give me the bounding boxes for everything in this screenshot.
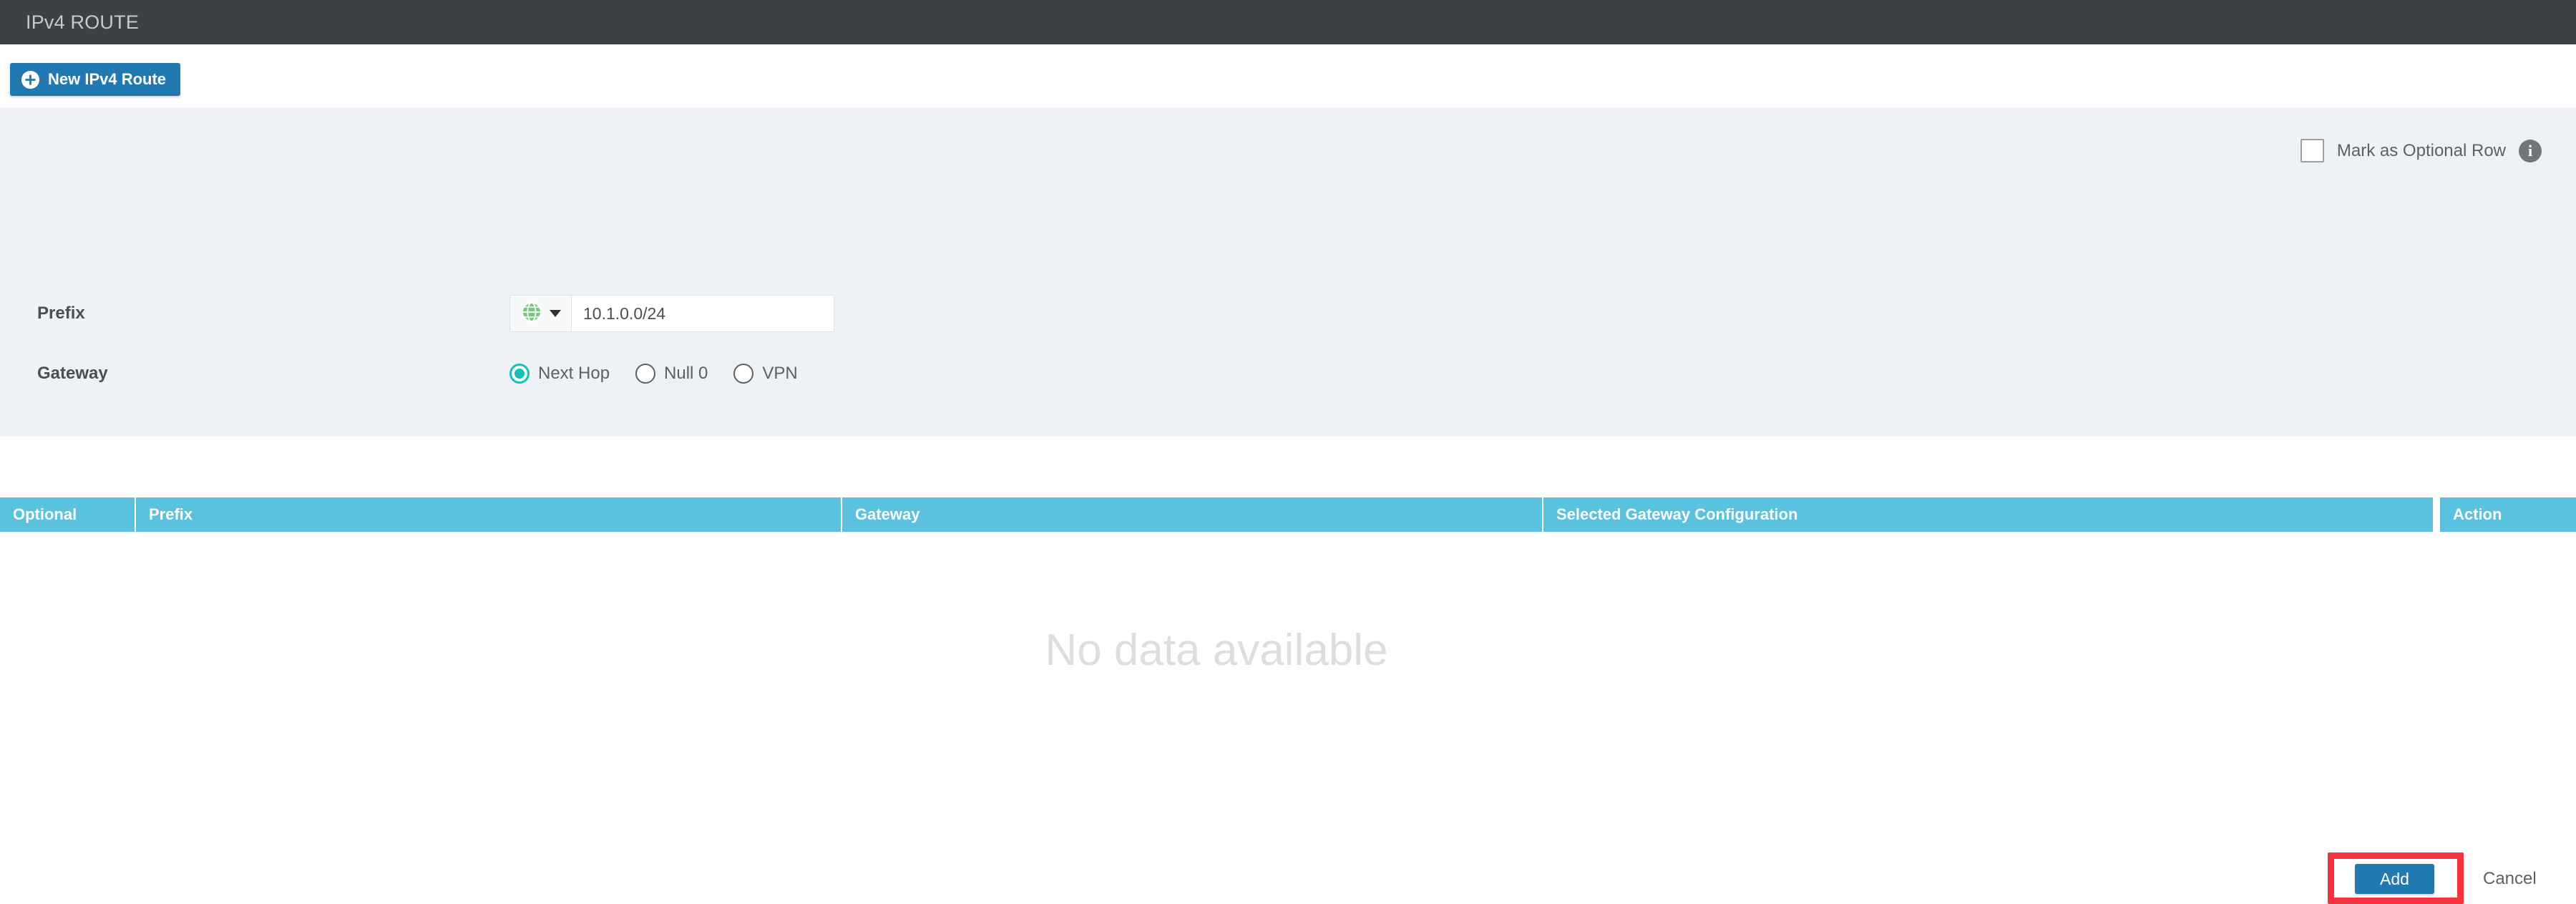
prefix-input[interactable] — [571, 295, 834, 332]
mark-as-optional-label: Mark as Optional Row — [2336, 140, 2506, 160]
radio-null-0[interactable] — [635, 364, 656, 384]
column-header-gateway[interactable]: Gateway — [841, 497, 1542, 532]
page-titlebar: IPv4 ROUTE — [0, 0, 2576, 44]
radio-next-hop-label: Next Hop — [538, 364, 610, 383]
mark-as-optional-row: Mark as Optional Row i — [2300, 139, 2542, 162]
page-title: IPv4 ROUTE — [26, 11, 140, 33]
cancel-button[interactable]: Cancel — [2483, 869, 2537, 889]
radio-vpn-label: VPN — [762, 364, 798, 383]
column-header-selected-gateway-configuration[interactable]: Selected Gateway Configuration — [1542, 497, 2433, 532]
gateway-option-vpn[interactable]: VPN — [733, 364, 798, 384]
column-header-prefix[interactable]: Prefix — [135, 497, 841, 532]
prefix-label: Prefix — [37, 303, 85, 323]
info-icon[interactable]: i — [2519, 139, 2542, 162]
radio-next-hop[interactable] — [509, 364, 530, 384]
new-ipv4-route-button[interactable]: New IPv4 Route — [10, 63, 181, 96]
column-header-optional[interactable]: Optional — [0, 497, 135, 532]
empty-state-message: No data available — [1045, 626, 1388, 675]
new-ipv4-route-label: New IPv4 Route — [48, 70, 167, 88]
gateway-field-row: Gateway Next Hop Null 0 VPN — [0, 358, 2576, 389]
mark-as-optional-checkbox[interactable] — [2300, 139, 2324, 162]
add-button[interactable]: Add — [2355, 864, 2434, 894]
gateway-option-null-0[interactable]: Null 0 — [635, 364, 708, 384]
prefix-field-row: Prefix — [0, 295, 2576, 332]
table-header-row: Optional Prefix Gateway Selected Gateway… — [0, 497, 2576, 535]
panel-table-gap — [0, 437, 2576, 497]
new-route-form-panel: Mark as Optional Row i Prefix 10.1.0.0/2… — [0, 107, 2576, 904]
globe-icon — [521, 301, 542, 326]
ipv4-route-table: Optional Prefix Gateway Selected Gateway… — [0, 497, 2576, 798]
gateway-option-next-hop[interactable]: Next Hop — [509, 364, 610, 384]
gateway-label: Gateway — [37, 364, 108, 383]
prefix-scope-dropdown[interactable] — [509, 295, 571, 332]
radio-null-0-label: Null 0 — [664, 364, 708, 383]
radio-vpn[interactable] — [733, 364, 754, 384]
table-body: No data available — [0, 532, 2576, 798]
toolbar: New IPv4 Route — [0, 44, 2576, 107]
prefix-input-group — [509, 295, 834, 332]
plus-circle-icon — [21, 70, 39, 89]
column-header-action[interactable]: Action — [2440, 497, 2576, 532]
chevron-down-icon — [549, 310, 561, 317]
gateway-radio-group: Next Hop Null 0 VPN — [509, 364, 824, 384]
